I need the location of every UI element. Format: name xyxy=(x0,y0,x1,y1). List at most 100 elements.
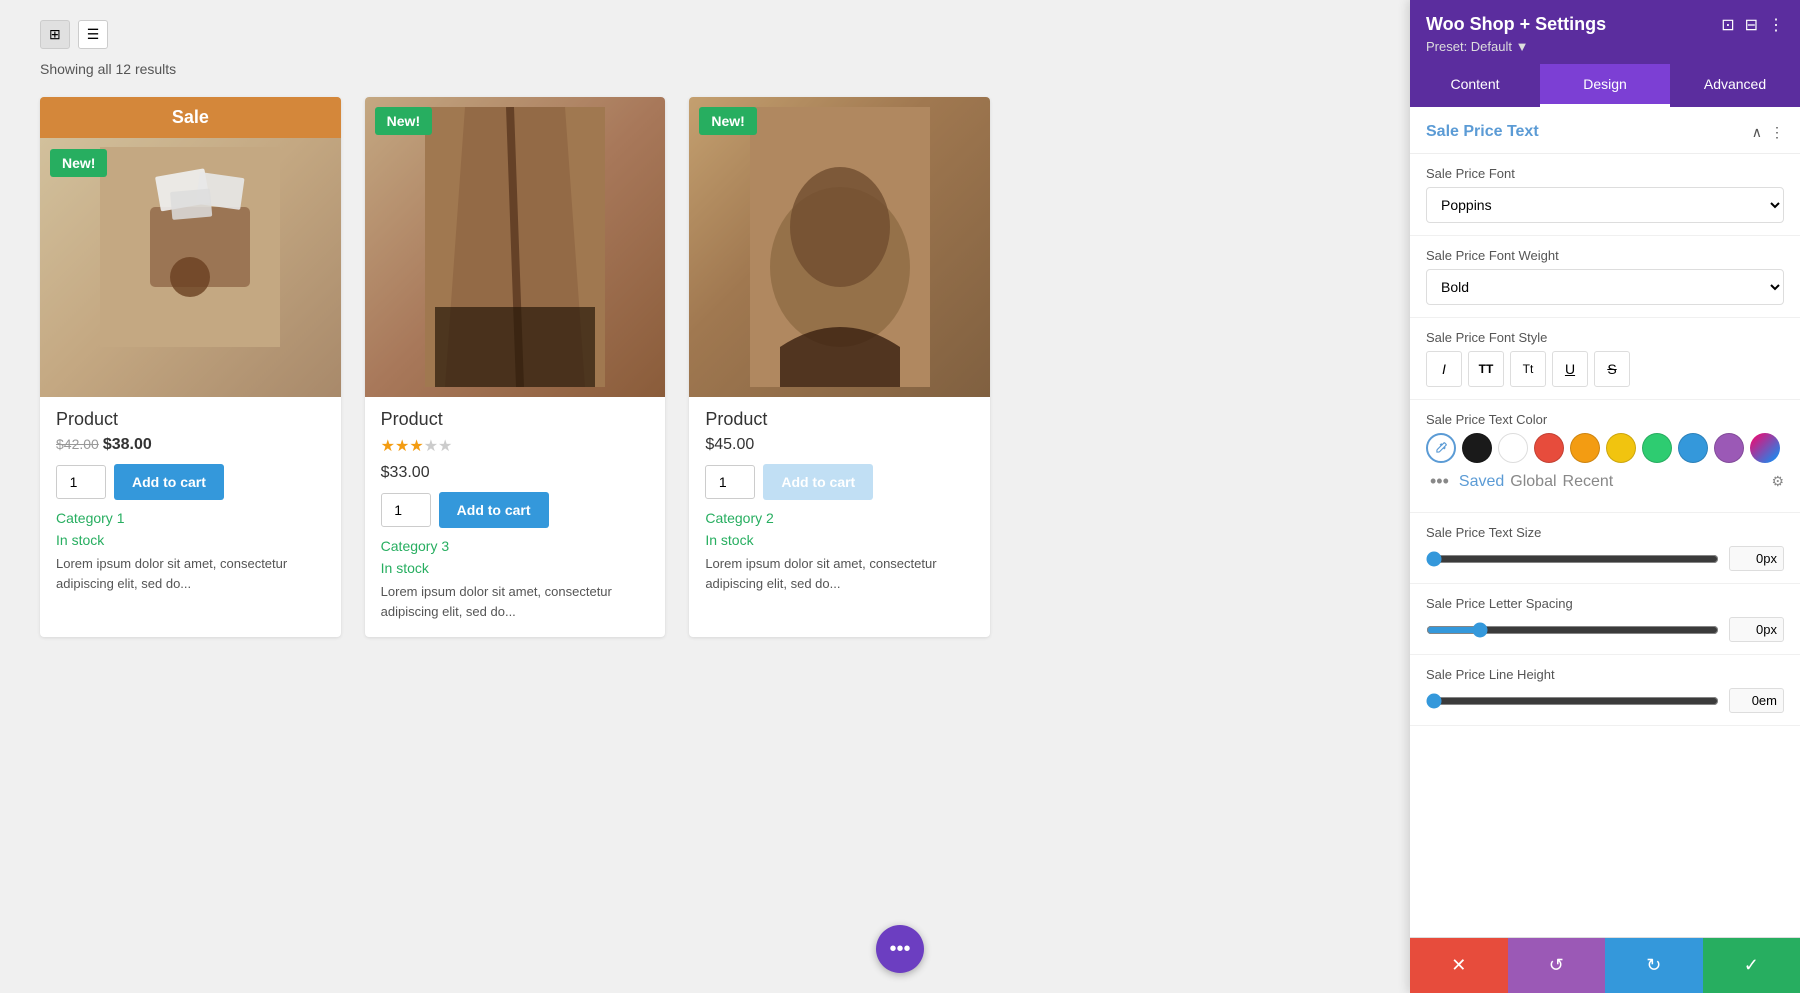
product-card-1: Sale New! Product $42.00$38.00 Add to ca… xyxy=(40,97,341,637)
new-badge-1: New! xyxy=(50,149,107,177)
text-size-value: 0px xyxy=(1729,546,1784,571)
color-tab-saved[interactable]: Saved xyxy=(1459,473,1504,491)
color-tab-global[interactable]: Global xyxy=(1510,473,1556,491)
panel-header-top: Woo Shop + Settings ⊡ ⊟ ⋮ xyxy=(1426,14,1784,35)
product-image-placeholder-3 xyxy=(689,97,990,397)
product-image-placeholder-1 xyxy=(40,97,341,397)
list-view-button[interactable]: ☰ xyxy=(78,20,109,49)
product-image-3: New! xyxy=(689,97,990,397)
letter-spacing-slider[interactable] xyxy=(1426,622,1719,638)
section-title-sale-price: Sale Price Text xyxy=(1426,123,1539,141)
color-swatch-white[interactable] xyxy=(1498,433,1528,463)
sale-price-font-weight-select[interactable]: Bold Normal Light xyxy=(1426,269,1784,305)
product-info-3: Product $45.00 xyxy=(689,397,990,454)
panel-tabs: Content Design Advanced xyxy=(1410,64,1800,107)
panel-preset[interactable]: Preset: Default ▼ xyxy=(1426,39,1784,54)
new-badge-3: New! xyxy=(699,107,756,135)
line-height-slider[interactable] xyxy=(1426,693,1719,709)
star-4: ★ xyxy=(424,438,438,455)
sale-price-letter-spacing-label: Sale Price Letter Spacing xyxy=(1426,596,1784,611)
product-image-1: Sale New! xyxy=(40,97,341,397)
floating-menu-button[interactable]: ••• xyxy=(876,925,924,973)
tab-content[interactable]: Content xyxy=(1410,64,1540,107)
font-style-capitalize-button[interactable]: Tt xyxy=(1510,351,1546,387)
color-tabs-row: ••• Saved Global Recent ⚙ xyxy=(1426,471,1784,492)
font-style-underline-button[interactable]: U xyxy=(1552,351,1588,387)
sale-price-color-section: Sale Price Text Color ••• Saved Global xyxy=(1410,400,1800,513)
panel-undo-button[interactable]: ↺ xyxy=(1508,938,1606,993)
section-header-icons: ∧ ⋮ xyxy=(1752,124,1784,141)
quantity-input-2[interactable] xyxy=(381,493,431,527)
price-old-1: $42.00 xyxy=(56,436,99,452)
product-info-1: Product $42.00$38.00 xyxy=(40,397,341,454)
gradient-button[interactable] xyxy=(1750,433,1780,463)
color-swatch-red[interactable] xyxy=(1534,433,1564,463)
panel-header-icons: ⊡ ⊟ ⋮ xyxy=(1721,15,1784,35)
line-height-value: 0em xyxy=(1729,688,1784,713)
tab-design[interactable]: Design xyxy=(1540,64,1670,107)
product-name-1: Product xyxy=(56,409,325,430)
product-name-2: Product xyxy=(381,409,650,430)
font-style-uppercase-button[interactable]: TT xyxy=(1468,351,1504,387)
color-swatch-black[interactable] xyxy=(1462,433,1492,463)
sale-price-text-size-field: Sale Price Text Size 0px xyxy=(1410,513,1800,584)
eyedropper-button[interactable] xyxy=(1426,433,1456,463)
price-regular-3: $45.00 xyxy=(705,436,754,453)
product-image-placeholder-2 xyxy=(365,97,666,397)
text-size-slider-row: 0px xyxy=(1426,546,1784,571)
font-style-buttons: I TT Tt U S xyxy=(1426,351,1784,387)
product-info-2: Product ★★★★★ $33.00 xyxy=(365,397,666,482)
price-regular-2: $33.00 xyxy=(381,464,430,481)
sale-price-font-style-label: Sale Price Font Style xyxy=(1426,330,1784,345)
panel-confirm-button[interactable]: ✓ xyxy=(1703,938,1800,993)
right-panel: Woo Shop + Settings ⊡ ⊟ ⋮ Preset: Defaul… xyxy=(1410,0,1800,993)
sale-price-line-height-field: Sale Price Line Height 0em xyxy=(1410,655,1800,726)
quantity-input-1[interactable] xyxy=(56,465,106,499)
color-tab-recent[interactable]: Recent xyxy=(1563,473,1614,491)
panel-redo-button[interactable]: ↻ xyxy=(1605,938,1703,993)
color-swatch-green[interactable] xyxy=(1642,433,1672,463)
quantity-input-3[interactable] xyxy=(705,465,755,499)
price-new-1: $38.00 xyxy=(103,436,152,453)
panel-more-icon[interactable]: ⋮ xyxy=(1768,15,1784,35)
tab-advanced[interactable]: Advanced xyxy=(1670,64,1800,107)
product-category-3[interactable]: Category 2 xyxy=(689,510,990,526)
panel-title: Woo Shop + Settings xyxy=(1426,14,1606,35)
product-grid: Sale New! Product $42.00$38.00 Add to ca… xyxy=(40,97,990,637)
product-category-2[interactable]: Category 3 xyxy=(365,538,666,554)
panel-split-icon[interactable]: ⊟ xyxy=(1745,15,1758,35)
panel-expand-icon[interactable]: ⊡ xyxy=(1721,15,1734,35)
add-to-cart-button-3[interactable]: Add to cart xyxy=(763,464,873,500)
section-more-button[interactable]: ⋮ xyxy=(1770,124,1784,141)
star-1: ★ xyxy=(381,438,395,455)
grid-view-button[interactable]: ⊞ xyxy=(40,20,70,49)
panel-footer: ✕ ↺ ↻ ✓ xyxy=(1410,937,1800,993)
color-swatch-yellow[interactable] xyxy=(1606,433,1636,463)
sale-price-letter-spacing-field: Sale Price Letter Spacing 0px xyxy=(1410,584,1800,655)
main-content: ⊞ ☰ Showing all 12 results Sale xyxy=(0,0,1410,993)
font-style-italic-button[interactable]: I xyxy=(1426,351,1462,387)
text-size-slider[interactable] xyxy=(1426,551,1719,567)
color-more-button[interactable]: ••• xyxy=(1426,471,1453,492)
add-to-cart-button-2[interactable]: Add to cart xyxy=(439,492,549,528)
add-to-cart-button-1[interactable]: Add to cart xyxy=(114,464,224,500)
sale-price-color-label: Sale Price Text Color xyxy=(1426,412,1784,427)
product-price-3: $45.00 xyxy=(705,436,974,454)
font-style-strikethrough-button[interactable]: S xyxy=(1594,351,1630,387)
color-swatch-purple[interactable] xyxy=(1714,433,1744,463)
sale-price-font-weight-label: Sale Price Font Weight xyxy=(1426,248,1784,263)
product-description-3: Lorem ipsum dolor sit amet, consectetur … xyxy=(689,554,990,593)
panel-cancel-button[interactable]: ✕ xyxy=(1410,938,1508,993)
product-category-1[interactable]: Category 1 xyxy=(40,510,341,526)
color-swatch-orange[interactable] xyxy=(1570,433,1600,463)
add-to-cart-row-1: Add to cart xyxy=(40,464,341,500)
sale-banner-1: Sale xyxy=(40,97,341,138)
color-swatch-blue[interactable] xyxy=(1678,433,1708,463)
view-toggles: ⊞ ☰ xyxy=(40,20,1370,49)
sale-price-font-style-field: Sale Price Font Style I TT Tt U S xyxy=(1410,318,1800,400)
product-price-2: $33.00 xyxy=(381,464,650,482)
color-settings-button[interactable]: ⚙ xyxy=(1771,473,1784,490)
section-collapse-button[interactable]: ∧ xyxy=(1752,124,1762,141)
sale-price-font-select[interactable]: Poppins Arial Roboto xyxy=(1426,187,1784,223)
results-count: Showing all 12 results xyxy=(40,61,1370,77)
